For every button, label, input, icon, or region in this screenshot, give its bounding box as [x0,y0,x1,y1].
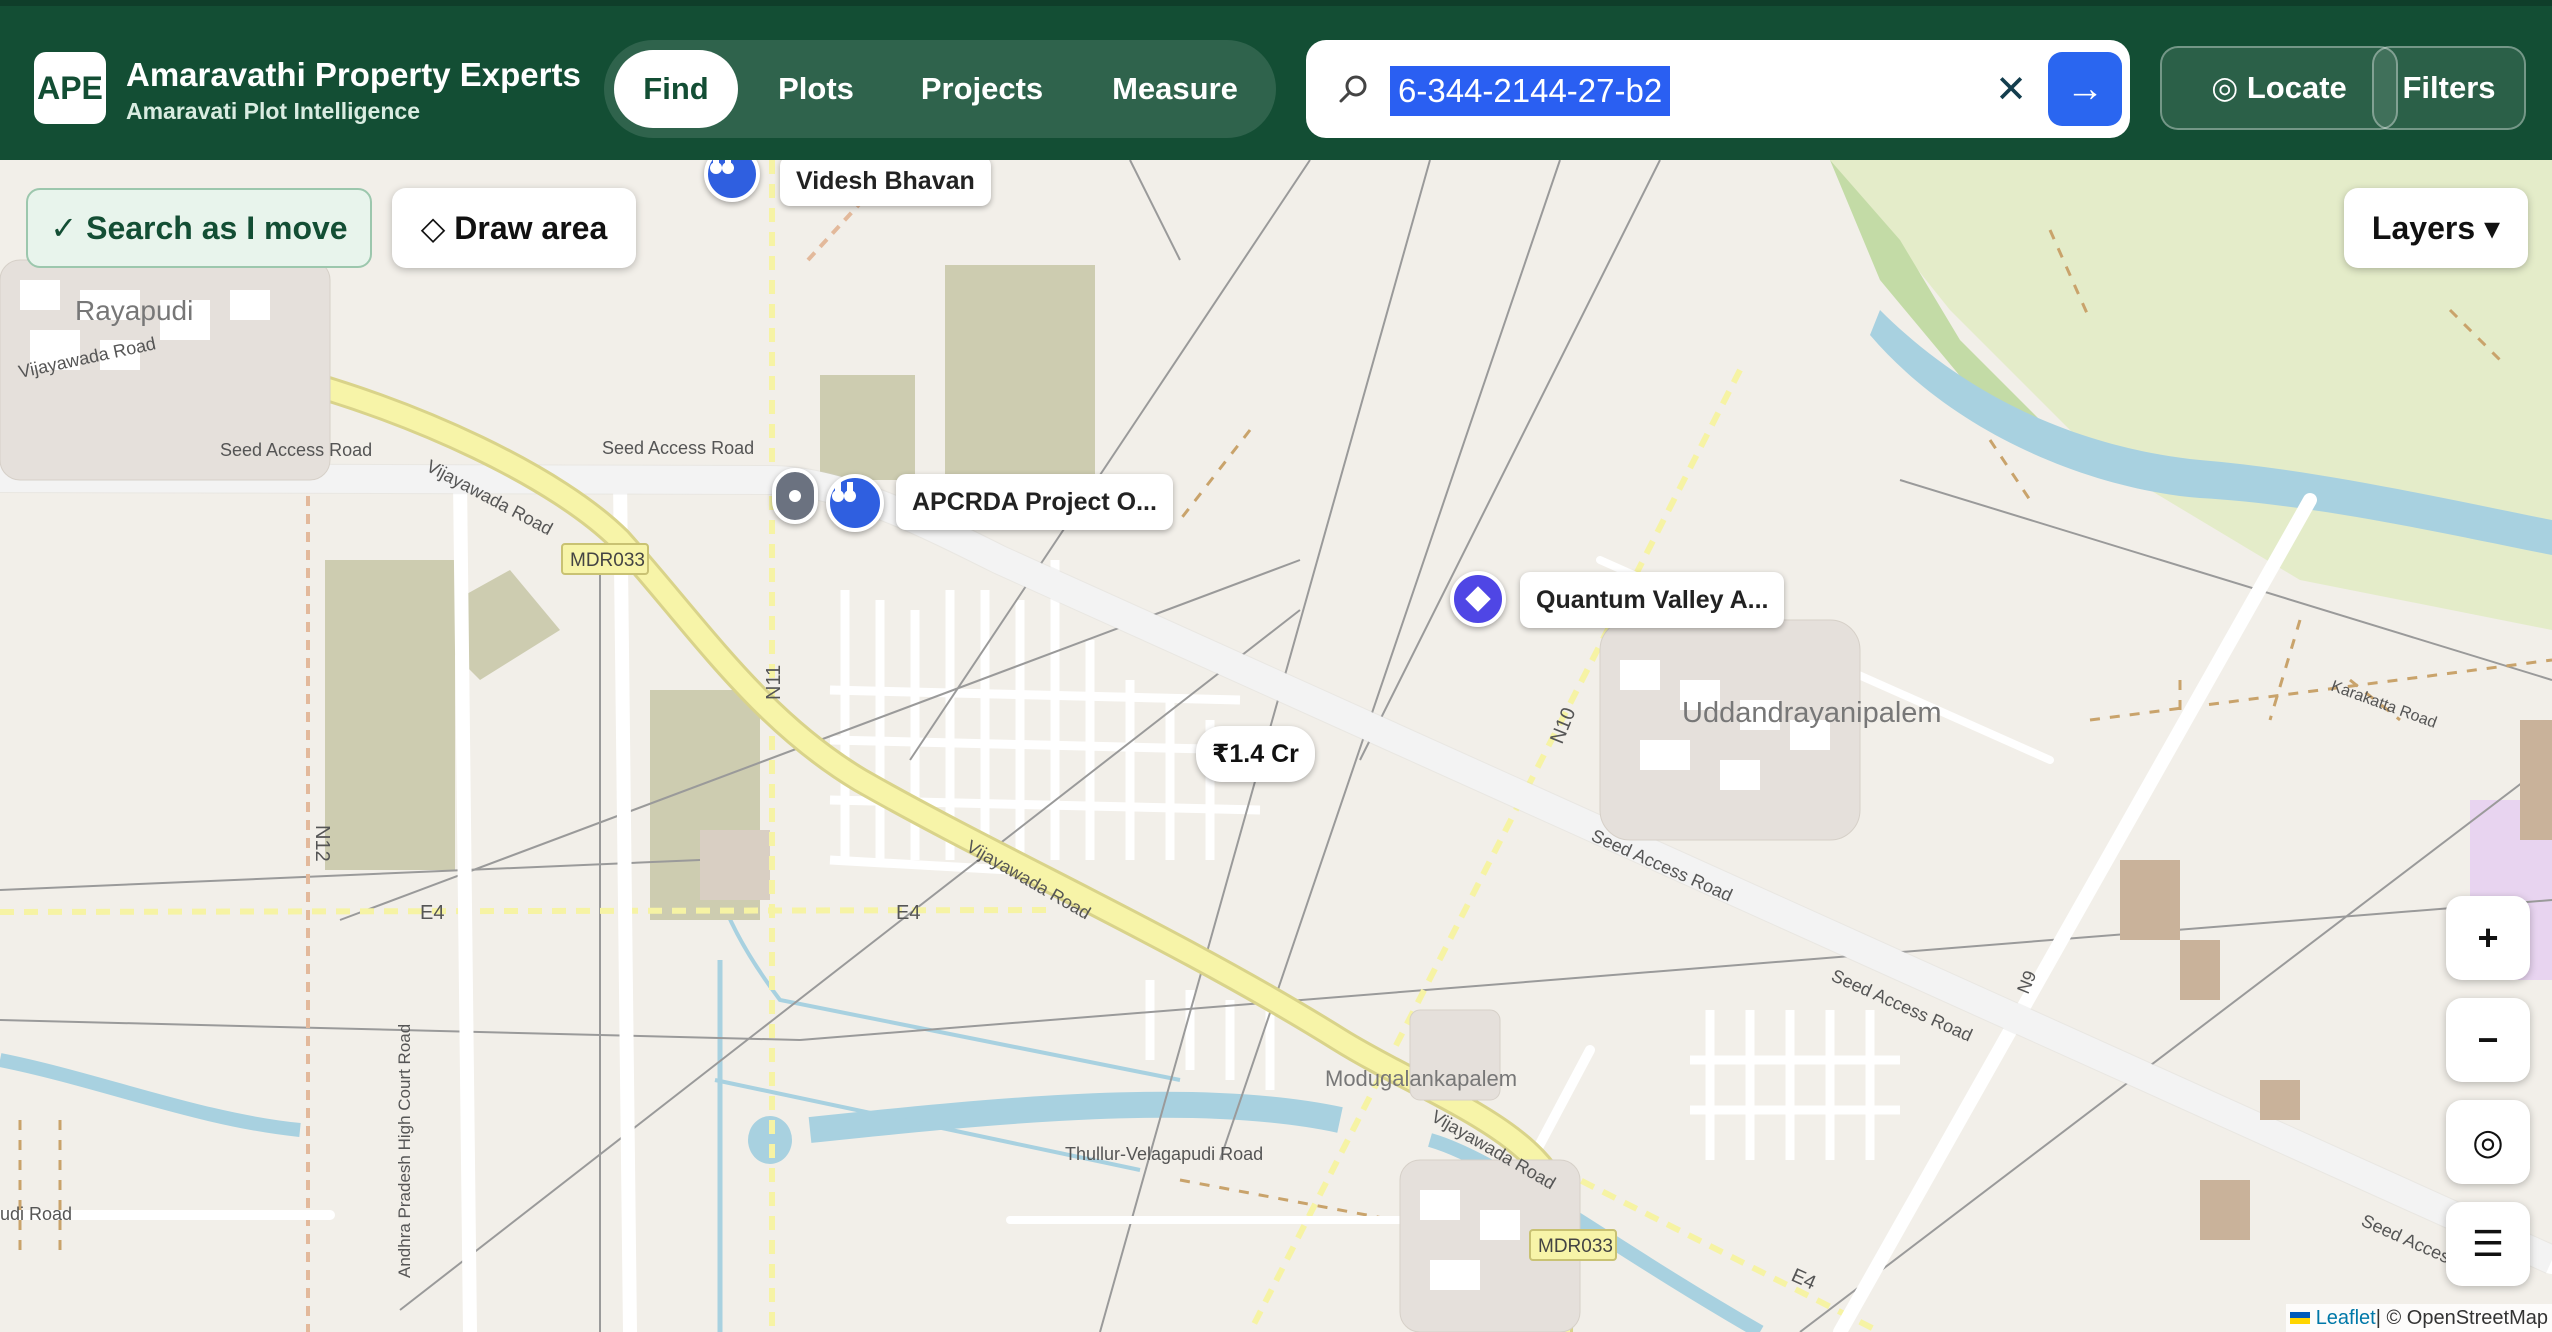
label-thullur-road: Thullur-Velagapudi Road [1065,1144,1263,1164]
label-mdr033-1: MDR033 [570,550,645,571]
pin-apcrda[interactable] [826,474,884,532]
label-high-court: Andhra Pradesh High Court Road [395,1024,414,1278]
pin-label-apcrda[interactable]: APCRDA Project O... [896,474,1173,530]
label-uddandrayanipalem: Uddandrayanipalem [1682,697,1942,729]
label-karakatta: Karakatta Road [2329,678,2439,732]
pin-label-videsh-bhavan[interactable]: Videsh Bhavan [780,160,991,206]
label-mdr033-2: MDR033 [1538,1236,1613,1257]
brand-subtitle: Amaravati Plot Intelligence [126,98,420,124]
search-go-button[interactable]: → [2048,52,2122,126]
map-attribution: Leaflet | © OpenStreetMap [2285,1304,2552,1332]
label-udi-road: udi Road [0,1204,72,1224]
search-bar: 6-344-2144-27-b2 ✕ → [1306,40,2130,138]
diamond-icon [1465,586,1491,612]
tab-plots[interactable]: Plots [750,50,882,128]
label-seed-access-1: Seed Access Road [220,440,372,460]
label-n11: N11 [763,665,785,700]
pin-quantum-valley[interactable] [1450,571,1506,627]
tab-projects[interactable]: Projects [890,50,1074,128]
search-icon [1339,75,1367,103]
zoom-in-button[interactable]: + [2446,896,2530,980]
layers-button[interactable]: Layers ▾ [2344,188,2528,268]
binoculars-icon [832,482,856,502]
ukraine-flag-icon [2289,1312,2310,1324]
binoculars-icon [710,160,734,174]
zoom-out-button[interactable]: − [2446,998,2530,1082]
label-modugalankapalem: Modugalankapalem [1325,1066,1517,1091]
label-n10: N10 [1546,705,1580,747]
locate-button[interactable]: ◎ Locate [2160,46,2398,130]
price-chip[interactable]: ₹1.4 Cr [1196,726,1315,782]
label-rayapudi: Rayapudi [75,295,193,326]
leaflet-link[interactable]: Leaflet [2316,1307,2376,1330]
search-as-move-toggle[interactable]: ✓ Search as I move [26,188,372,268]
app-header: APE Amaravathi Property Experts Amaravat… [0,0,2552,160]
cluster-marker[interactable] [772,468,818,524]
label-e4-1: E4 [420,902,444,924]
osm-attribution: | © OpenStreetMap [2375,1306,2548,1329]
label-e4-2: E4 [896,902,920,924]
main-nav: Find Plots Projects Measure [604,40,1276,138]
brand-logo[interactable]: APE [34,52,106,124]
label-e4-3: E4 [1788,1264,1819,1294]
tab-find[interactable]: Find [614,50,738,128]
label-seed-access-2: Seed Access Road [602,438,754,458]
draw-area-button[interactable]: ◇ Draw area [392,188,636,268]
filters-button[interactable]: Filters [2372,46,2526,130]
clear-search-button[interactable]: ✕ [1986,64,2036,114]
tab-measure[interactable]: Measure [1084,50,1266,128]
search-input[interactable]: 6-344-2144-27-b2 [1390,66,1671,116]
map-locate-button[interactable]: ◎ [2446,1100,2530,1184]
brand-title: Amaravathi Property Experts [126,56,581,93]
dot-icon [789,490,801,502]
label-n12: N12 [311,825,333,862]
map-canvas[interactable]: Rayapudi Uddandrayanipalem Modugalankapa… [0,160,2552,1332]
map-menu-button[interactable]: ☰ [2446,1202,2530,1286]
pin-label-quantum-valley[interactable]: Quantum Valley A... [1520,572,1785,628]
